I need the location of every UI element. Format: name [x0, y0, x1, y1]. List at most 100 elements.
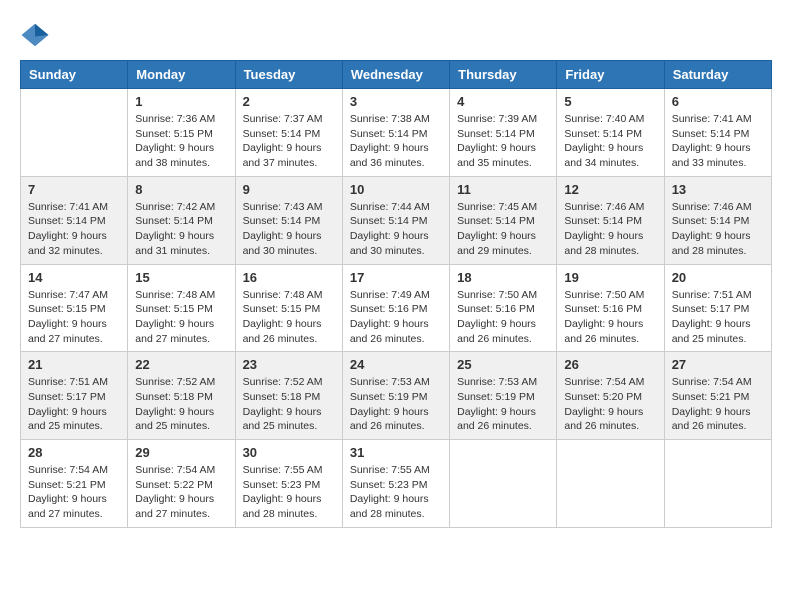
calendar-cell [21, 89, 128, 177]
day-info: Sunrise: 7:42 AMSunset: 5:14 PMDaylight:… [135, 200, 227, 259]
day-number: 17 [350, 270, 442, 285]
calendar-cell: 21 Sunrise: 7:51 AMSunset: 5:17 PMDayligh… [21, 352, 128, 440]
calendar-cell: 31 Sunrise: 7:55 AMSunset: 5:23 PMDayligh… [342, 440, 449, 528]
calendar-cell: 13 Sunrise: 7:46 AMSunset: 5:14 PMDayligh… [664, 176, 771, 264]
calendar-cell: 15 Sunrise: 7:48 AMSunset: 5:15 PMDayligh… [128, 264, 235, 352]
day-info: Sunrise: 7:43 AMSunset: 5:14 PMDaylight:… [243, 200, 335, 259]
day-number: 18 [457, 270, 549, 285]
calendar-cell: 25Sunrise: 7:53 AMSunset: 5:19 PMDayligh… [450, 352, 557, 440]
day-info: Sunrise: 7:51 AMSunset: 5:17 PMDaylight:… [28, 375, 120, 434]
day-info: Sunrise: 7:51 AMSunset: 5:17 PMDaylight:… [672, 288, 764, 347]
calendar-body: 1Sunrise: 7:36 AMSunset: 5:15 PMDaylight… [21, 89, 772, 528]
day-number: 30 [243, 445, 335, 460]
page-header [20, 20, 772, 50]
calendar-cell: 7 Sunrise: 7:41 AMSunset: 5:14 PMDaylight… [21, 176, 128, 264]
day-number: 22 [135, 357, 227, 372]
calendar-cell: 23 Sunrise: 7:52 AMSunset: 5:18 PMDayligh… [235, 352, 342, 440]
day-info: Sunrise: 7:54 AMSunset: 5:21 PMDaylight:… [672, 375, 764, 434]
logo [20, 20, 55, 50]
day-info: Sunrise: 7:41 AMSunset: 5:14 PMDaylight:… [28, 200, 120, 259]
calendar-cell: 18 Sunrise: 7:50 AMSunset: 5:16 PMDayligh… [450, 264, 557, 352]
day-number: 11 [457, 182, 549, 197]
day-number: 27 [672, 357, 764, 372]
day-info: Sunrise: 7:45 AMSunset: 5:14 PMDaylight:… [457, 200, 549, 259]
calendar-table: SundayMondayTuesdayWednesdayThursdayFrid… [20, 60, 772, 528]
day-info: Sunrise: 7:50 AMSunset: 5:16 PMDaylight:… [457, 288, 549, 347]
day-info: Sunrise: 7:40 AMSunset: 5:14 PMDaylight:… [564, 112, 656, 171]
day-info: Sunrise: 7:46 AMSunset: 5:14 PMDaylight:… [564, 200, 656, 259]
day-number: 20 [672, 270, 764, 285]
day-info: Sunrise: 7:53 AMSunset: 5:19 PMDaylight:… [350, 375, 442, 434]
calendar-cell: 29 Sunrise: 7:54 AMSunset: 5:22 PMDayligh… [128, 440, 235, 528]
calendar-cell: 26Sunrise: 7:54 AMSunset: 5:20 PMDayligh… [557, 352, 664, 440]
calendar-cell: 19 Sunrise: 7:50 AMSunset: 5:16 PMDayligh… [557, 264, 664, 352]
day-number: 15 [135, 270, 227, 285]
day-number: 23 [243, 357, 335, 372]
day-info: Sunrise: 7:55 AMSunset: 5:23 PMDaylight:… [350, 463, 442, 522]
calendar-header: SundayMondayTuesdayWednesdayThursdayFrid… [21, 61, 772, 89]
calendar-day-header: Tuesday [235, 61, 342, 89]
calendar-cell: 24 Sunrise: 7:53 AMSunset: 5:19 PMDayligh… [342, 352, 449, 440]
calendar-cell: 5 Sunrise: 7:40 AMSunset: 5:14 PMDaylight… [557, 89, 664, 177]
calendar-cell: 11 Sunrise: 7:45 AMSunset: 5:14 PMDayligh… [450, 176, 557, 264]
day-number: 24 [350, 357, 442, 372]
day-info: Sunrise: 7:41 AMSunset: 5:14 PMDaylight:… [672, 112, 764, 171]
day-number: 21 [28, 357, 120, 372]
day-number: 7 [28, 182, 120, 197]
calendar-cell: 6 Sunrise: 7:41 AMSunset: 5:14 PMDaylight… [664, 89, 771, 177]
day-info: Sunrise: 7:52 AMSunset: 5:18 PMDaylight:… [243, 375, 335, 434]
calendar-cell: 1Sunrise: 7:36 AMSunset: 5:15 PMDaylight… [128, 89, 235, 177]
day-number: 4 [457, 94, 549, 109]
calendar-cell: 14 Sunrise: 7:47 AMSunset: 5:15 PMDayligh… [21, 264, 128, 352]
calendar-week-row: 21 Sunrise: 7:51 AMSunset: 5:17 PMDayligh… [21, 352, 772, 440]
day-info: Sunrise: 7:54 AMSunset: 5:21 PMDaylight:… [28, 463, 120, 522]
day-number: 8 [135, 182, 227, 197]
calendar-header-row: SundayMondayTuesdayWednesdayThursdayFrid… [21, 61, 772, 89]
calendar-day-header: Wednesday [342, 61, 449, 89]
calendar-cell [664, 440, 771, 528]
calendar-cell: 30 Sunrise: 7:55 AMSunset: 5:23 PMDayligh… [235, 440, 342, 528]
day-info: Sunrise: 7:52 AMSunset: 5:18 PMDaylight:… [135, 375, 227, 434]
day-number: 6 [672, 94, 764, 109]
day-info: Sunrise: 7:48 AMSunset: 5:15 PMDaylight:… [243, 288, 335, 347]
day-number: 29 [135, 445, 227, 460]
day-info: Sunrise: 7:46 AMSunset: 5:14 PMDaylight:… [672, 200, 764, 259]
day-info: Sunrise: 7:47 AMSunset: 5:15 PMDaylight:… [28, 288, 120, 347]
day-info: Sunrise: 7:53 AMSunset: 5:19 PMDaylight:… [457, 375, 549, 434]
day-info: Sunrise: 7:38 AMSunset: 5:14 PMDaylight:… [350, 112, 442, 171]
calendar-cell: 2 Sunrise: 7:37 AMSunset: 5:14 PMDaylight… [235, 89, 342, 177]
day-info: Sunrise: 7:44 AMSunset: 5:14 PMDaylight:… [350, 200, 442, 259]
day-number: 14 [28, 270, 120, 285]
day-info: Sunrise: 7:54 AMSunset: 5:22 PMDaylight:… [135, 463, 227, 522]
day-info: Sunrise: 7:39 AMSunset: 5:14 PMDaylight:… [457, 112, 549, 171]
day-number: 1 [135, 94, 227, 109]
day-info: Sunrise: 7:55 AMSunset: 5:23 PMDaylight:… [243, 463, 335, 522]
calendar-cell: 27 Sunrise: 7:54 AMSunset: 5:21 PMDayligh… [664, 352, 771, 440]
day-number: 28 [28, 445, 120, 460]
day-number: 19 [564, 270, 656, 285]
day-info: Sunrise: 7:54 AMSunset: 5:20 PMDaylight:… [564, 375, 656, 434]
calendar-day-header: Sunday [21, 61, 128, 89]
day-info: Sunrise: 7:48 AMSunset: 5:15 PMDaylight:… [135, 288, 227, 347]
calendar-cell: 16 Sunrise: 7:48 AMSunset: 5:15 PMDayligh… [235, 264, 342, 352]
calendar-cell: 12 Sunrise: 7:46 AMSunset: 5:14 PMDayligh… [557, 176, 664, 264]
calendar-day-header: Friday [557, 61, 664, 89]
day-info: Sunrise: 7:37 AMSunset: 5:14 PMDaylight:… [243, 112, 335, 171]
calendar-cell: 17Sunrise: 7:49 AMSunset: 5:16 PMDayligh… [342, 264, 449, 352]
day-number: 3 [350, 94, 442, 109]
calendar-week-row: 14 Sunrise: 7:47 AMSunset: 5:15 PMDayligh… [21, 264, 772, 352]
day-number: 31 [350, 445, 442, 460]
day-number: 12 [564, 182, 656, 197]
day-info: Sunrise: 7:50 AMSunset: 5:16 PMDaylight:… [564, 288, 656, 347]
calendar-cell: 22 Sunrise: 7:52 AMSunset: 5:18 PMDayligh… [128, 352, 235, 440]
day-number: 9 [243, 182, 335, 197]
day-number: 10 [350, 182, 442, 197]
day-number: 2 [243, 94, 335, 109]
calendar-cell: 20 Sunrise: 7:51 AMSunset: 5:17 PMDayligh… [664, 264, 771, 352]
day-number: 13 [672, 182, 764, 197]
day-number: 5 [564, 94, 656, 109]
calendar-day-header: Saturday [664, 61, 771, 89]
calendar-week-row: 1Sunrise: 7:36 AMSunset: 5:15 PMDaylight… [21, 89, 772, 177]
calendar-week-row: 7 Sunrise: 7:41 AMSunset: 5:14 PMDaylight… [21, 176, 772, 264]
day-number: 16 [243, 270, 335, 285]
